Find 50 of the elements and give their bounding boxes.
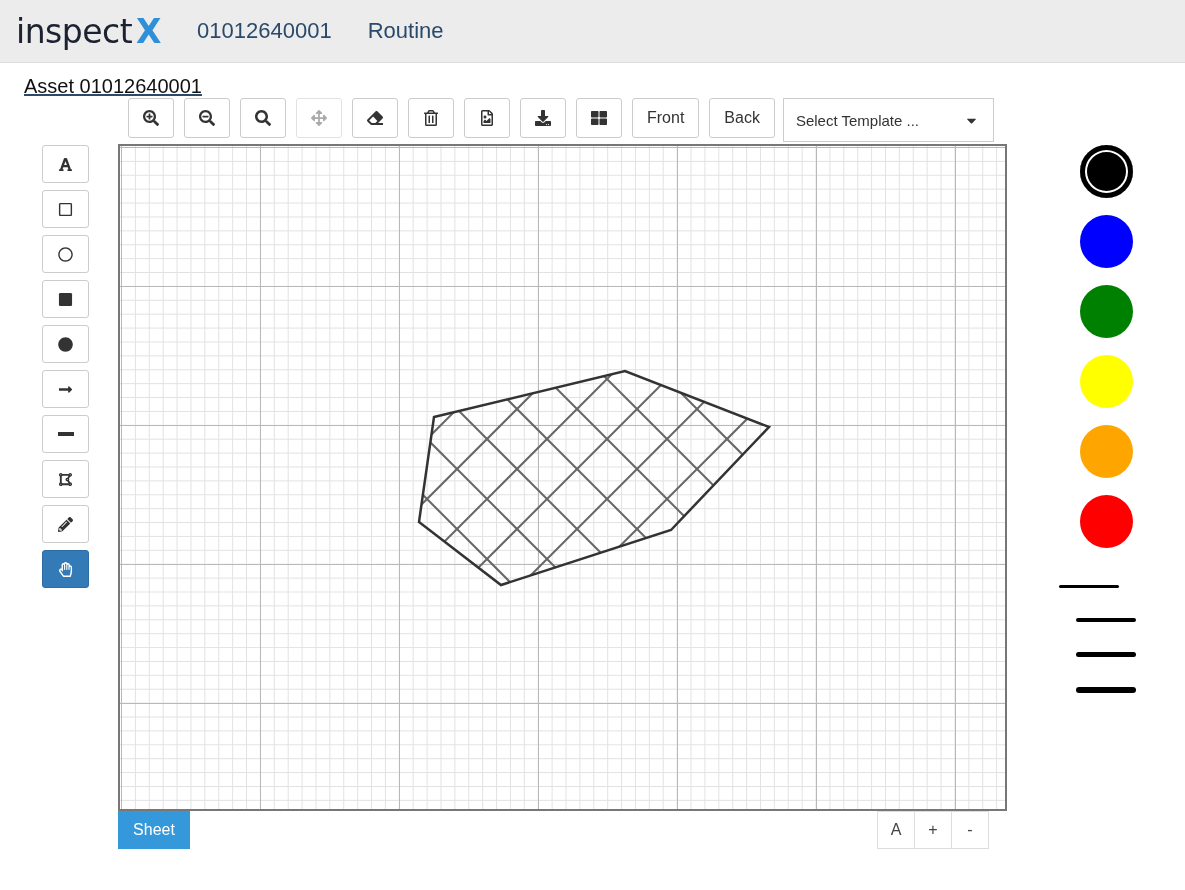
zoom-out-button[interactable]	[184, 98, 230, 138]
image-file-icon	[479, 110, 495, 126]
hand-tool-button[interactable]	[42, 550, 89, 588]
pencil-icon	[58, 516, 73, 532]
trash-button[interactable]	[408, 98, 454, 138]
asset-link[interactable]: Asset 01012640001	[24, 75, 202, 98]
color-swatch[interactable]	[1079, 145, 1133, 198]
search-button[interactable]	[240, 98, 286, 138]
filled-square-tool-button[interactable]	[42, 280, 89, 318]
color-swatch[interactable]	[1079, 425, 1133, 478]
circle-tool-button[interactable]	[42, 235, 89, 273]
polygon-tool-button[interactable]	[42, 460, 89, 498]
eraser-button[interactable]	[352, 98, 398, 138]
download-button[interactable]	[520, 98, 566, 138]
square-tool-button[interactable]	[42, 190, 89, 228]
grid-button[interactable]	[576, 98, 622, 138]
hand-icon	[58, 561, 73, 577]
logo: inspectX	[16, 11, 162, 51]
template-select[interactable]: Select Template ...	[782, 98, 994, 142]
eraser-icon	[367, 110, 383, 126]
arrow-tool-button[interactable]	[42, 370, 89, 408]
zoom-out-icon	[199, 110, 215, 126]
search-icon	[255, 110, 271, 126]
letter-a-icon	[58, 156, 73, 172]
color-swatch[interactable]	[1079, 285, 1133, 338]
trash-icon	[423, 110, 439, 126]
inspection-type: Routine	[367, 18, 444, 44]
template-placeholder: Select Template ...	[795, 111, 920, 129]
color-swatch[interactable]	[1079, 215, 1133, 268]
drawing-canvas[interactable]	[118, 144, 1007, 811]
color-swatch[interactable]	[1079, 355, 1133, 408]
polygon-icon	[58, 471, 73, 487]
download-icon	[535, 110, 551, 126]
pencil-tool-button[interactable]	[42, 505, 89, 543]
font-size-button[interactable]: A	[877, 811, 915, 849]
move-icon	[311, 110, 327, 126]
filled-circle-icon	[58, 336, 73, 352]
zoom-in-button[interactable]	[128, 98, 174, 138]
side-button[interactable]: Front	[632, 98, 700, 138]
line-tool-button[interactable]	[42, 415, 89, 453]
side-button[interactable]: Back	[709, 98, 775, 138]
filled-circle-tool-button[interactable]	[42, 325, 89, 363]
asset-number: 01012640001	[197, 18, 332, 44]
grid-icon	[591, 110, 607, 126]
zoom-in-icon	[143, 110, 159, 126]
image-file-button[interactable]	[464, 98, 510, 138]
color-swatch[interactable]	[1079, 495, 1133, 548]
letter-a-tool-button[interactable]	[42, 145, 89, 183]
font-size-button[interactable]: +	[914, 811, 952, 849]
font-size-button[interactable]: -	[951, 811, 989, 849]
